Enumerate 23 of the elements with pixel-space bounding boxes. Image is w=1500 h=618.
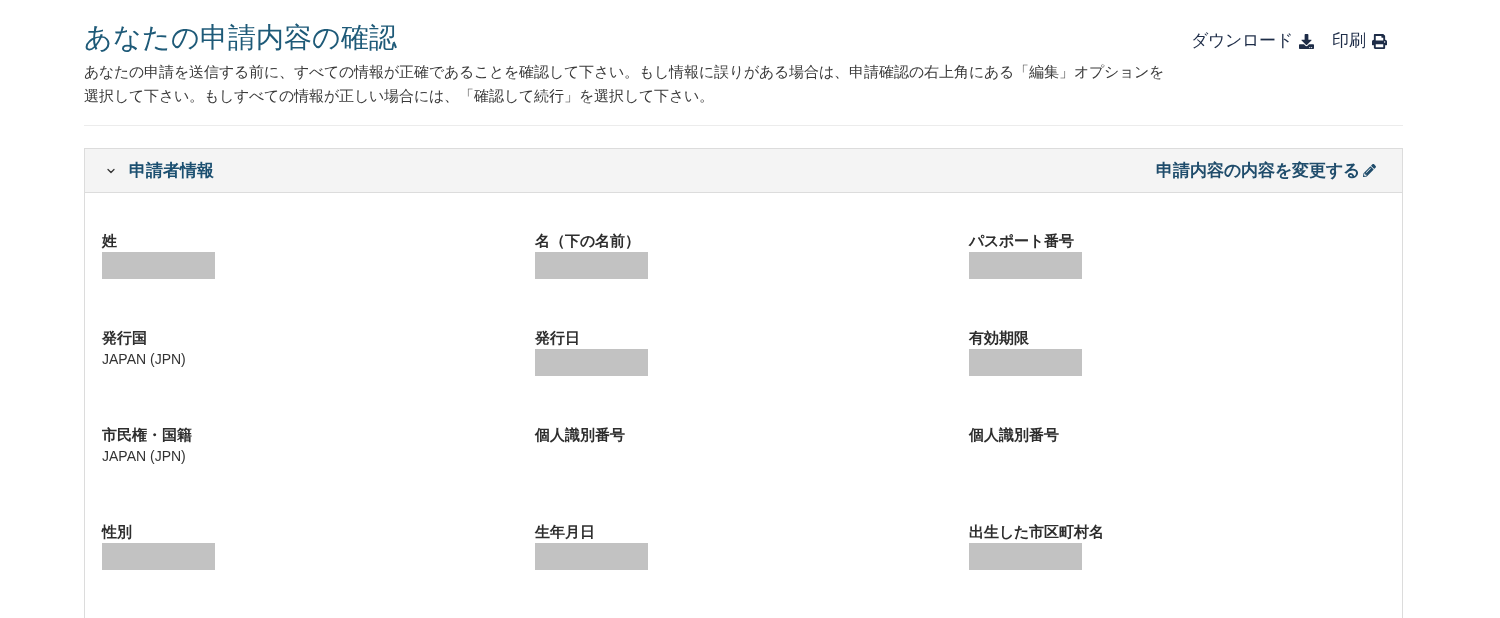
- field-label: 出生した市区町村名: [968, 522, 1104, 542]
- field-label: 性別: [102, 522, 132, 542]
- field-label: 発行国: [102, 328, 147, 348]
- field-label: 発行日: [535, 328, 581, 348]
- page-title: あなたの申請内容の確認: [84, 21, 398, 55]
- field-label: 有効期限: [968, 328, 1029, 348]
- field-label: 個人識別番号: [968, 425, 1059, 445]
- field-label: 姓: [102, 231, 117, 251]
- field-label: 市民権・国籍: [102, 425, 192, 445]
- page-description: あなたの申請を送信する前に、すべての情報が正確であることを確認して下さい。もし情報に誤りがある場合は、申請確認の右上角にある「編集」オプションを選択して下さい。もしすべての情報が正しい場合には、「確認して続行」を選択して下さい。: [84, 62, 1165, 106]
- section-toggle[interactable]: 申請者情報: [105, 159, 214, 182]
- print-button[interactable]: 印刷: [1332, 30, 1387, 52]
- field-value: JAPAN (JPN): [102, 447, 186, 466]
- field-value: JAPAN (JPN): [102, 350, 186, 369]
- field-label: パスポート番号: [968, 231, 1074, 251]
- field-label: 名（下の名前）: [535, 231, 641, 251]
- pencil-icon: [1363, 164, 1376, 177]
- printer-icon: [1372, 33, 1387, 49]
- download-icon: [1299, 33, 1314, 49]
- field-label: 生年月日: [535, 522, 596, 542]
- download-button[interactable]: ダウンロード: [1191, 30, 1314, 52]
- edit-link[interactable]: 申請内容の内容を変更する: [1156, 159, 1376, 182]
- field-label: 個人識別番号: [535, 425, 626, 445]
